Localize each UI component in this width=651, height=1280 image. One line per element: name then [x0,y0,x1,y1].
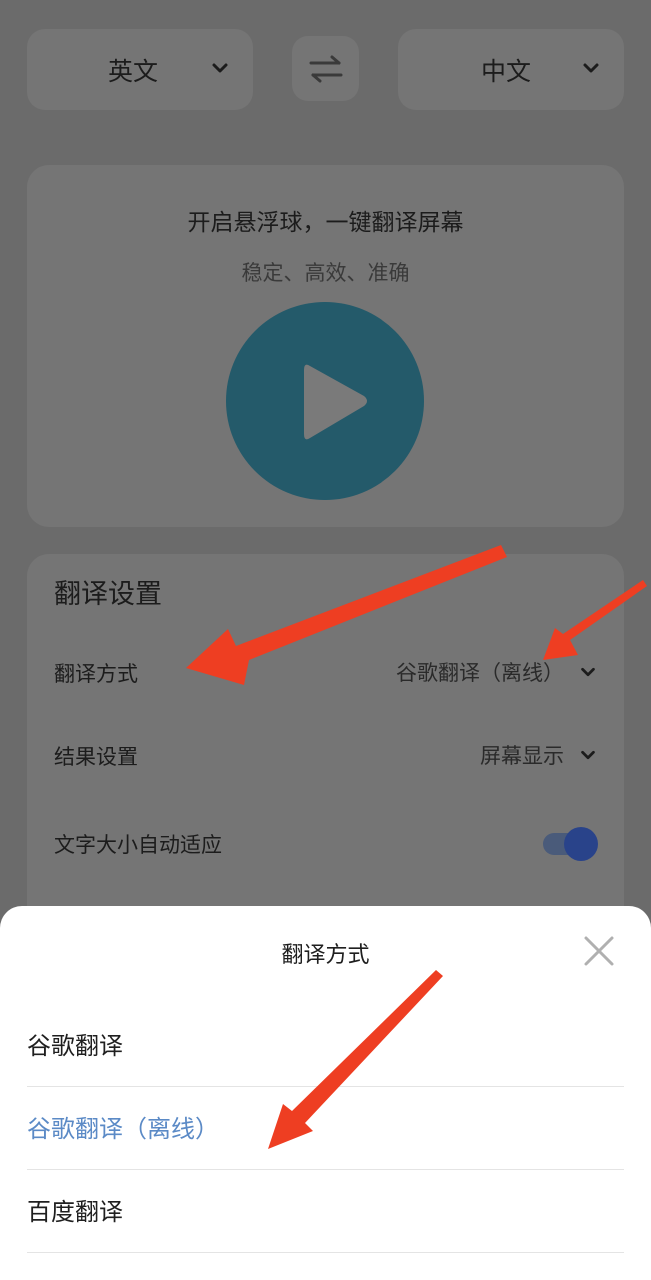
target-language-label: 中文 [480,56,531,86]
auto-font-size-toggle[interactable] [543,827,598,861]
hero-title: 开启悬浮球，一键翻译屏幕 [187,210,464,236]
option-google-translate-offline[interactable]: 谷歌翻译（离线） [27,1087,624,1170]
source-language-select[interactable]: 英文 [27,29,253,110]
setting-label: 翻译方式 [54,662,138,686]
sheet-title: 翻译方式 [281,943,370,968]
floating-ball-card: 开启悬浮球，一键翻译屏幕 稳定、高效、准确 [27,165,624,527]
option-label: 谷歌翻译（离线） [27,1115,219,1143]
swap-arrows-icon [309,55,342,82]
option-label: 百度翻译 [27,1198,123,1226]
hero-subtitle: 稳定、高效、准确 [241,261,410,285]
settings-title: 翻译设置 [54,579,162,610]
option-label: 谷歌翻译 [27,1032,123,1060]
chevron-down-icon [581,667,595,677]
target-language-select[interactable]: 中文 [398,29,624,110]
setting-value: 屏幕显示 [480,744,564,768]
chevron-down-icon [581,750,595,760]
chevron-down-icon [583,63,599,73]
translation-method-sheet: 翻译方式 谷歌翻译 谷歌翻译（离线） 百度翻译 [0,906,651,1280]
chevron-down-icon [212,63,228,73]
setting-label: 文字大小自动适应 [54,833,222,857]
setting-row-translation-method[interactable]: 翻译方式 谷歌翻译（离线） [54,652,598,692]
close-icon[interactable] [580,932,618,970]
setting-label: 结果设置 [54,745,138,769]
option-baidu-translate[interactable]: 百度翻译 [27,1170,624,1253]
option-google-translate[interactable]: 谷歌翻译 [27,1004,624,1087]
source-language-label: 英文 [107,56,158,86]
play-icon [304,364,367,440]
setting-row-auto-font-size: 文字大小自动适应 [54,823,598,863]
toggle-knob [564,827,598,861]
setting-row-result-display[interactable]: 结果设置 屏幕显示 [54,735,598,775]
start-floating-ball-button[interactable] [226,302,424,500]
swap-languages-button[interactable] [292,36,359,101]
setting-value: 谷歌翻译（离线） [396,661,564,685]
